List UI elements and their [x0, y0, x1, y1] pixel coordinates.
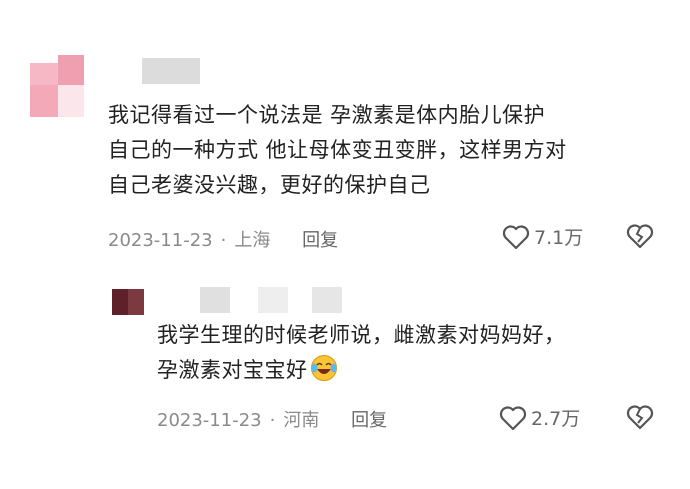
avatar[interactable] — [30, 55, 84, 117]
username-redacted[interactable] — [142, 58, 200, 84]
username-redacted[interactable] — [258, 287, 288, 313]
like-count: 2.7万 — [531, 408, 581, 430]
like-button[interactable]: 7.1万 — [502, 223, 583, 250]
username-redacted[interactable] — [200, 287, 230, 313]
reply-date: 2023-11-23 — [157, 410, 262, 431]
comment-line: 自己的一种方式 他让母体变丑变胖，这样男方对 — [108, 138, 567, 162]
like-count: 7.1万 — [534, 227, 584, 249]
comment-location: 上海 — [234, 230, 271, 251]
comment-line: 自己老婆没兴趣，更好的保护自己 — [108, 173, 431, 197]
reply-line-with-emoji: 孕激素对宝宝好 — [157, 353, 566, 388]
reply-location: 河南 — [283, 410, 320, 431]
dislike-button[interactable] — [626, 404, 654, 434]
reply-meta: 2023-11-23 · 河南 回复 — [157, 410, 388, 431]
comment-text: 我记得看过一个说法是 孕激素是体内胎儿保护 自己的一种方式 他让母体变丑变胖，这… — [108, 98, 567, 203]
reply-button[interactable]: 回复 — [351, 410, 387, 431]
reply-button[interactable]: 回复 — [302, 230, 338, 251]
dislike-button[interactable] — [626, 223, 654, 253]
comment-line: 我记得看过一个说法是 孕激素是体内胎儿保护 — [108, 103, 546, 127]
reply-line: 孕激素对宝宝好 — [157, 358, 308, 382]
broken-heart-icon — [626, 405, 654, 430]
username-redacted[interactable] — [312, 287, 342, 313]
avatar[interactable] — [112, 289, 144, 315]
comment-date: 2023-11-23 — [108, 230, 213, 251]
heart-outline-icon — [502, 224, 530, 249]
reply-line: 我学生理的时候老师说，雌激素对妈妈好， — [157, 323, 566, 347]
broken-heart-icon — [626, 224, 654, 249]
laughing-crying-emoji-icon — [310, 355, 337, 381]
comment-meta: 2023-11-23 · 上海 回复 — [108, 230, 339, 251]
reply-text: 我学生理的时候老师说，雌激素对妈妈好， 孕激素对宝宝好 — [157, 318, 566, 388]
heart-outline-icon — [499, 405, 527, 430]
like-button[interactable]: 2.7万 — [499, 404, 580, 431]
